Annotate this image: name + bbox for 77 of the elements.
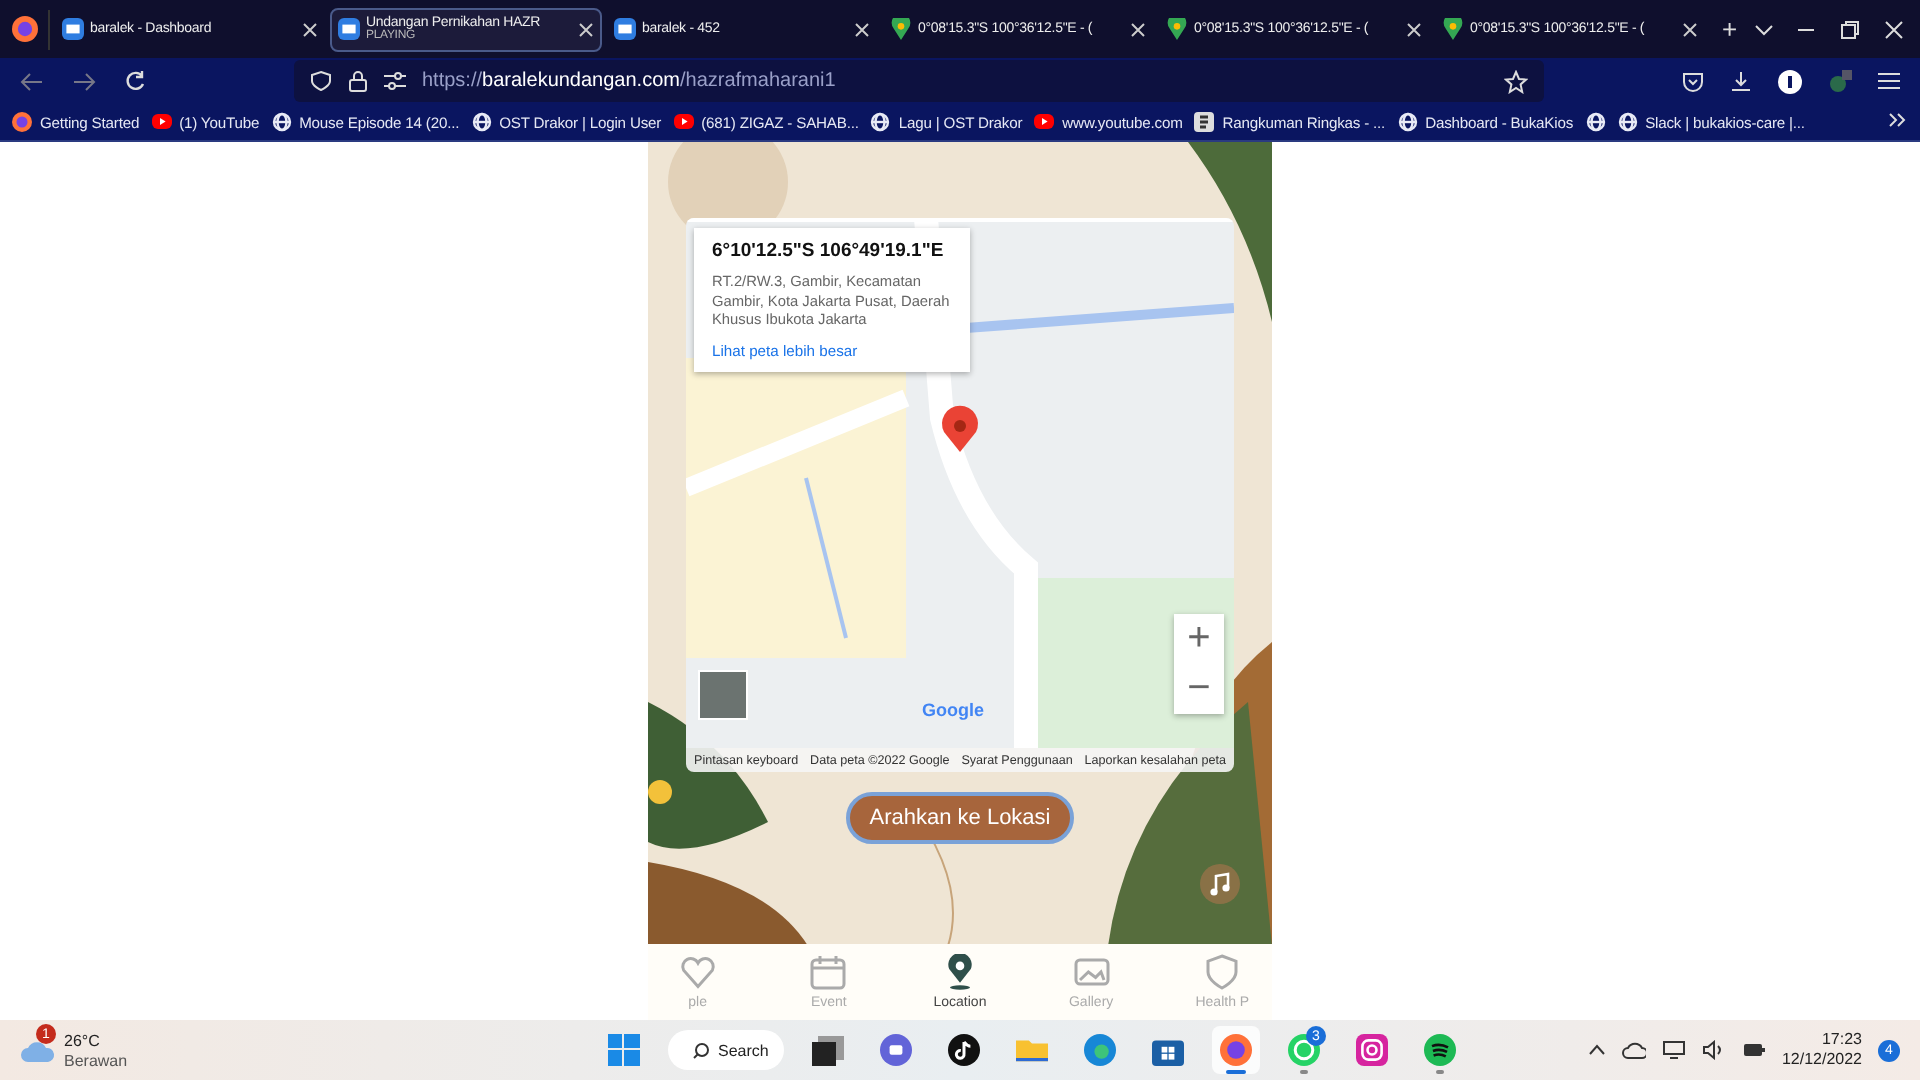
firefox-icon (1220, 1034, 1252, 1066)
youtube-icon (151, 114, 172, 130)
tiktok-icon (948, 1034, 980, 1066)
monitor-icon (1661, 1040, 1686, 1060)
firefox-icon (11, 16, 37, 42)
search-icon (692, 1041, 710, 1059)
close-icon (1884, 19, 1904, 39)
clock-time: 17:23 (1821, 1029, 1862, 1050)
close-icon (854, 21, 870, 37)
directions-button[interactable]: Arahkan ke Lokasi (845, 792, 1075, 844)
account-icon (1778, 69, 1802, 93)
chevron-up-icon (1587, 1044, 1606, 1056)
restore-icon (1840, 19, 1860, 39)
chevron-down-icon (1753, 23, 1774, 35)
spotify-icon (1424, 1034, 1456, 1066)
youtube-icon (1034, 114, 1055, 130)
satellite-thumbnail[interactable] (698, 670, 748, 720)
map-logo: Google (922, 700, 984, 720)
temperature: 26°C (64, 1032, 102, 1052)
coordinates-title: 6°10'12.5"S 106°49'19.1"E (712, 240, 946, 262)
zoom-out-button[interactable]: − (1174, 664, 1224, 714)
speaker-icon (1701, 1040, 1726, 1060)
address-bar[interactable]: https://baralekundangan.com/hazrafmaharani1 (294, 60, 1544, 102)
heart-icon (679, 954, 716, 990)
menu-icon (1878, 72, 1900, 90)
shield-icon (310, 70, 332, 92)
globe-icon (870, 112, 891, 132)
map-pin-icon (1442, 18, 1464, 40)
envelope-icon (614, 18, 636, 40)
new-tab-button[interactable]: + (1722, 14, 1738, 44)
envelope-icon (62, 18, 84, 40)
close-icon (1130, 21, 1146, 37)
close-icon (1682, 21, 1698, 37)
cloud-icon (20, 1039, 56, 1064)
document-icon (1194, 112, 1215, 132)
envelope-icon (338, 18, 360, 40)
globe-icon (471, 112, 492, 132)
extension-icon (1828, 69, 1852, 93)
calendar-icon (810, 954, 847, 990)
cloud-sync-icon (1621, 1040, 1646, 1060)
youtube-icon (673, 114, 694, 130)
picture-icon (1073, 954, 1110, 990)
firefox-icon (12, 112, 32, 132)
bookmark[interactable] (1585, 112, 1606, 132)
sliders-icon (384, 72, 406, 90)
map-pin-icon (890, 18, 912, 40)
pocket-icon (1682, 71, 1704, 91)
map-pin-icon (1166, 18, 1188, 40)
zoom-in-button[interactable]: + (1174, 614, 1224, 664)
forward-arrow-icon (72, 71, 96, 91)
weather-condition: Berawan (64, 1051, 128, 1071)
music-note-icon (1200, 864, 1240, 904)
reload-icon (124, 70, 146, 92)
search-field[interactable]: Search (668, 1030, 784, 1070)
star-icon (1504, 69, 1528, 93)
chat-icon (880, 1034, 912, 1066)
windows-start-icon (608, 1034, 640, 1066)
instagram-icon (1356, 1034, 1388, 1066)
battery-icon (1741, 1040, 1766, 1060)
globe-icon (1397, 112, 1418, 132)
close-icon (302, 21, 318, 37)
lock-icon (348, 70, 368, 92)
edge-icon (1084, 1034, 1116, 1066)
url-text: https://baralekundangan.com/hazrafmaharani1 (422, 70, 838, 92)
download-icon (1730, 70, 1752, 92)
shield-icon (1204, 954, 1241, 990)
back-arrow-icon (20, 71, 44, 91)
folder-icon (1016, 1034, 1048, 1066)
store-icon (1152, 1034, 1184, 1066)
globe-icon (1585, 112, 1606, 132)
globe-icon (271, 112, 292, 132)
task-view-icon (812, 1034, 844, 1066)
globe-icon (1617, 112, 1638, 132)
close-icon (578, 21, 594, 37)
close-icon (1406, 21, 1422, 37)
chevron-double-icon (1888, 112, 1908, 128)
clock-date: 12/12/2022 (1781, 1050, 1862, 1071)
